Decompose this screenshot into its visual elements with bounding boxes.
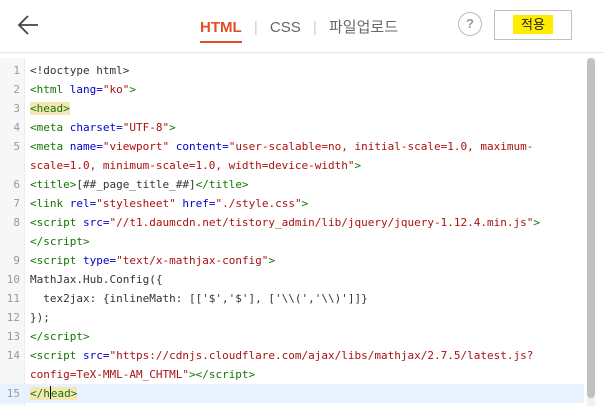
- code-text: <meta name="viewport" content="user-scal…: [30, 140, 534, 153]
- code-text: <meta charset="UTF-8">: [30, 121, 176, 134]
- text-cursor: [49, 386, 51, 399]
- code-text: </script>: [30, 235, 90, 248]
- help-icon[interactable]: ?: [458, 12, 482, 36]
- code-text: </script>: [30, 330, 90, 343]
- vertical-scrollbar[interactable]: [587, 58, 595, 406]
- line-number: 4: [13, 121, 20, 134]
- code-text: </head>: [30, 386, 78, 400]
- code-text: <title>[##_page_title_##]</title>: [30, 178, 249, 191]
- code-text: <script src="https://cdnjs.cloudflare.co…: [30, 349, 534, 362]
- tab-file-upload[interactable]: 파일업로드: [329, 16, 398, 37]
- line-number: 7: [13, 197, 20, 210]
- code-text: <head>: [30, 102, 70, 115]
- back-arrow-icon[interactable]: [16, 12, 42, 38]
- line-number: 1: [13, 64, 20, 77]
- line-number: 3: [13, 102, 20, 115]
- tab-divider: |: [312, 19, 317, 36]
- line-number: 8: [13, 216, 20, 229]
- line-number: 9: [13, 254, 20, 267]
- code-line[interactable]: 12});: [0, 308, 584, 327]
- code-line[interactable]: 14 <script src="https://cdnjs.cloudflare.…: [0, 346, 584, 365]
- code-line[interactable]: 2 <html lang="ko">: [0, 80, 584, 99]
- code-text: <script src="//t1.daumcdn.net/tistory_ad…: [30, 216, 540, 229]
- line-number: 13: [6, 330, 20, 343]
- code-line[interactable]: </script>: [0, 232, 584, 251]
- code-line[interactable]: 1 <!doctype html>: [0, 61, 584, 80]
- code-text: scale=1.0, minimum-scale=1.0, width=devi…: [30, 159, 362, 172]
- code-text: });: [30, 311, 50, 324]
- code-line[interactable]: config=TeX-MML-AM_CHTML"></script>: [0, 365, 584, 384]
- code-line[interactable]: 8 <script src="//t1.daumcdn.net/tistory_a…: [0, 213, 584, 232]
- code-line[interactable]: 7 <link rel="stylesheet" href="./style.cs…: [0, 194, 584, 213]
- editor-header: HTML | CSS | 파일업로드 ? 적용: [0, 0, 604, 53]
- code-line[interactable]: 5 <meta name="viewport" content="user-sca…: [0, 137, 584, 156]
- code-line[interactable]: 11 tex2jax: {inlineMath: [['$','$'], ['\…: [0, 289, 584, 308]
- code-line[interactable]: 13 </script>: [0, 327, 584, 346]
- code-editor[interactable]: 1 <!doctype html> 2 <html lang="ko"> 3 <hea…: [0, 58, 596, 406]
- code-text: <script type="text/x-mathjax-config">: [30, 254, 276, 267]
- code-text: <link rel="stylesheet" href="./style.css…: [30, 197, 309, 210]
- code-text: <html lang="ko">: [30, 83, 136, 96]
- code-text: config=TeX-MML-AM_CHTML"></script>: [30, 368, 256, 381]
- code-line[interactable]: scale=1.0, minimum-scale=1.0, width=devi…: [0, 156, 584, 175]
- code-line[interactable]: 9 <script type="text/x-mathjax-config">: [0, 251, 584, 270]
- tab-divider: |: [253, 19, 258, 36]
- line-number: 14: [6, 349, 20, 362]
- line-number: 6: [13, 178, 20, 191]
- line-number: 11: [6, 292, 20, 305]
- code-text: MathJax.Hub.Config({: [30, 273, 163, 286]
- apply-button[interactable]: 적용: [494, 10, 572, 40]
- code-line[interactable]: 4 <meta charset="UTF-8">: [0, 118, 584, 137]
- code-line-current[interactable]: 15 </head>: [0, 384, 584, 403]
- line-number: 12: [6, 311, 20, 324]
- code-line[interactable]: 6 <title>[##_page_title_##]</title>: [0, 175, 584, 194]
- code-text: tex2jax: {inlineMath: [['$','$'], ['\\('…: [30, 292, 368, 305]
- editor-tabs: HTML | CSS | 파일업로드: [200, 16, 398, 43]
- tab-html[interactable]: HTML: [200, 19, 242, 43]
- line-number: 15: [6, 387, 20, 400]
- line-number: 5: [13, 140, 20, 153]
- code-line[interactable]: 3 <head>: [0, 99, 584, 118]
- line-number: 10: [6, 273, 20, 286]
- tab-css[interactable]: CSS: [270, 19, 301, 36]
- code-text: <!doctype html>: [30, 64, 130, 77]
- line-number: 2: [13, 83, 20, 96]
- apply-button-label: 적용: [513, 15, 553, 34]
- code-line[interactable]: 10 MathJax.Hub.Config({: [0, 270, 584, 289]
- scrollbar-thumb[interactable]: [587, 58, 595, 398]
